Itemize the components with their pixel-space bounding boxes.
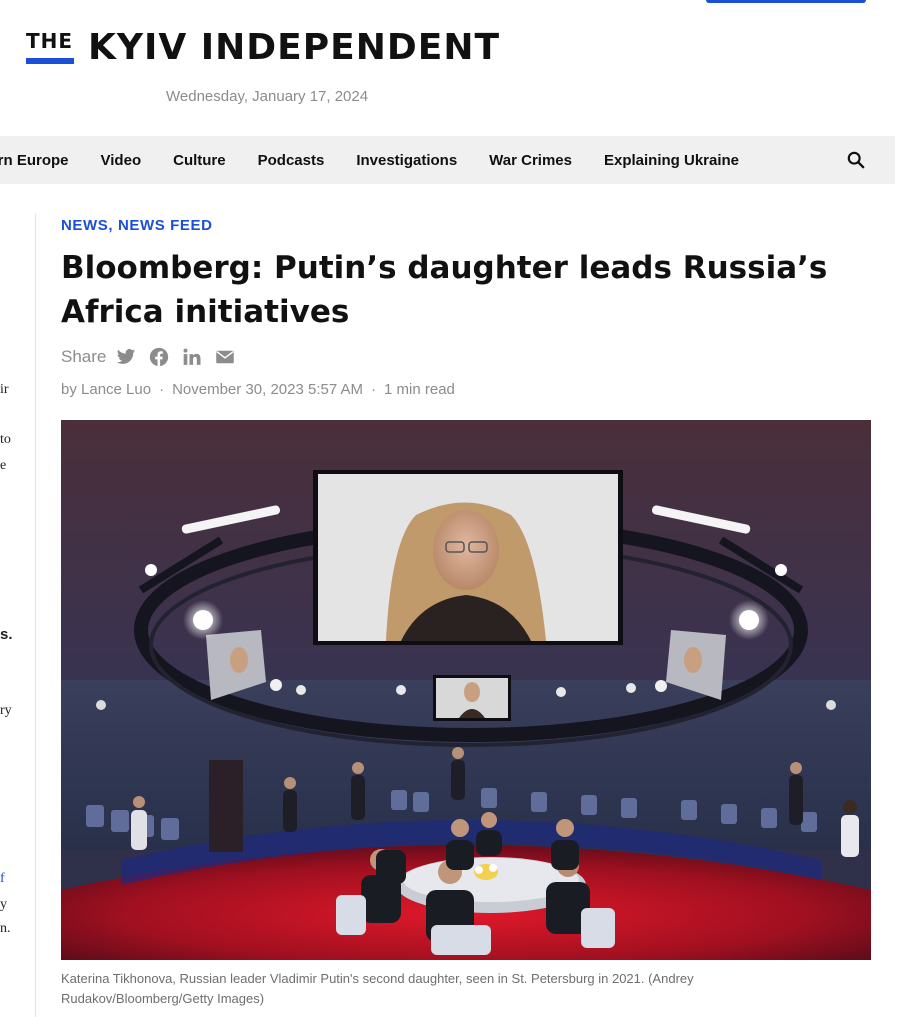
author-link[interactable]: by Lance Luo (61, 381, 151, 398)
nav-item-war-crimes[interactable]: War Crimes (489, 152, 572, 169)
nav-item-investigations[interactable]: Investigations (356, 152, 457, 169)
article-title: Bloomberg: Putin’s daughter leads Russia… (61, 250, 828, 330)
sidebar-text-fragment: ry (0, 703, 12, 718)
nav-item-culture[interactable]: Culture (173, 152, 226, 169)
email-icon[interactable] (215, 347, 235, 367)
nav-item-eastern-europe[interactable]: stern Europe (0, 152, 69, 169)
site-logo[interactable]: THE KYIV INDEPENDENT (26, 26, 500, 70)
byline-separator: · (159, 381, 165, 398)
sidebar-text-fragment: e (0, 458, 7, 473)
current-date: Wednesday, January 17, 2024 (166, 88, 369, 105)
byline-separator: · (371, 381, 377, 398)
nav-item-explaining-ukraine[interactable]: Explaining Ukraine (604, 152, 739, 169)
sidebar-text-fragment: y (0, 897, 7, 912)
search-icon[interactable] (847, 151, 865, 169)
share-label: Share (61, 347, 107, 366)
sidebar-text-fragment: n. (0, 921, 11, 936)
linkedin-icon[interactable] (182, 347, 202, 367)
sidebar-text-fragment: to (0, 432, 11, 447)
sidebar-headline-fragment[interactable]: s. (0, 626, 13, 643)
category-news-feed[interactable]: NEWS FEED (118, 217, 213, 234)
image-caption: Katerina Tikhonova, Russian leader Vladi… (61, 971, 694, 1006)
hero-photo-illustration (61, 420, 871, 960)
category-news[interactable]: NEWS (61, 217, 108, 234)
read-time: 1 min read (384, 381, 455, 398)
publish-date: November 30, 2023 5:57 AM (172, 381, 364, 398)
share-bar: Share (61, 346, 248, 368)
logo-name: KYIV INDEPENDENT (88, 27, 501, 68)
article-hero-image (61, 420, 871, 960)
nav-item-podcasts[interactable]: Podcasts (258, 152, 325, 169)
article-byline: by Lance Luo · November 30, 2023 5:57 AM · 1… (61, 381, 455, 398)
article-categories: NEWS, NEWS FEED (61, 217, 213, 234)
sidebar-text-fragment: ir (0, 382, 9, 397)
left-sidebar-cropped: ir to e s. ry f y n. (0, 214, 36, 1017)
logo-the: THE (26, 29, 74, 64)
sidebar-link-fragment[interactable]: f (0, 871, 5, 887)
twitter-icon[interactable] (116, 347, 136, 367)
top-account-button-edge[interactable] (706, 0, 866, 3)
main-navigation: stern Europe Video Culture Podcasts Inve… (0, 136, 895, 184)
facebook-icon[interactable] (149, 347, 169, 367)
nav-item-video[interactable]: Video (101, 152, 142, 169)
category-separator: , (108, 217, 114, 234)
